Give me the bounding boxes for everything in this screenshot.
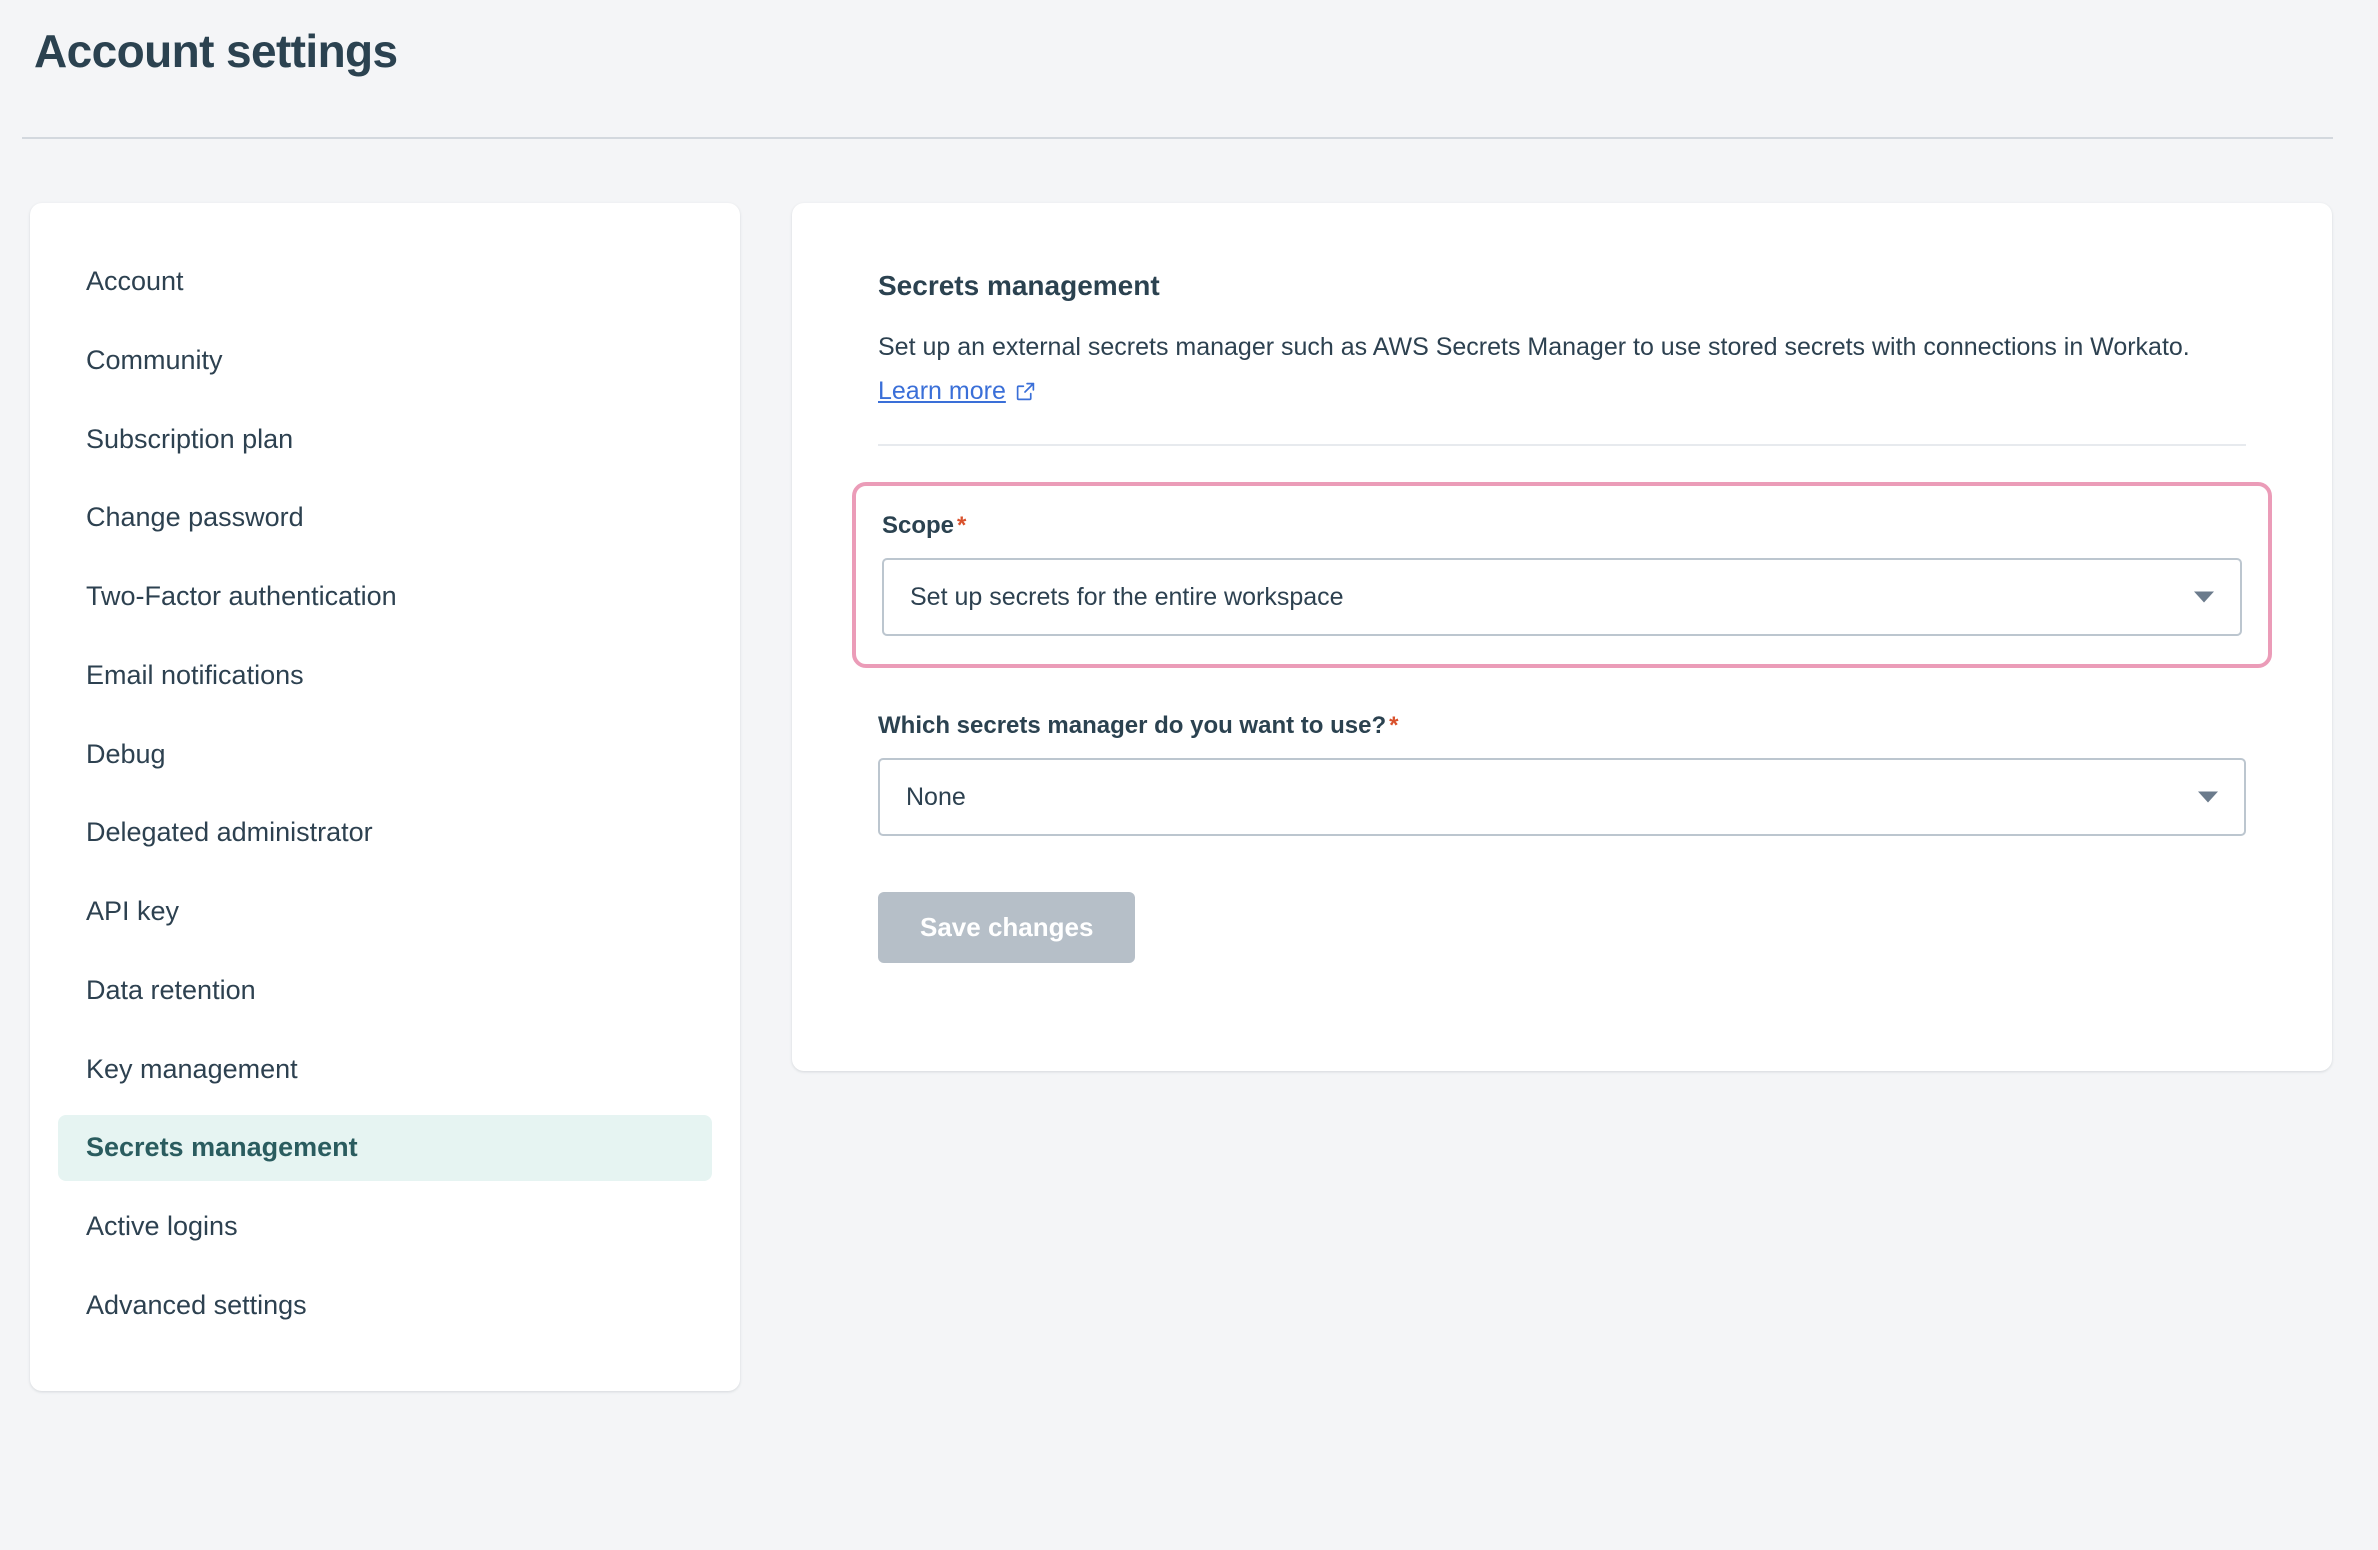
sidebar-item-key-management[interactable]: Key management: [58, 1037, 712, 1103]
secrets-manager-field-label: Which secrets manager do you want to use…: [878, 712, 2246, 741]
chevron-down-icon: [2194, 591, 2214, 603]
settings-nav-list: Account Community Subscription plan Change …: [58, 249, 712, 1339]
settings-sidebar-card: Account Community Subscription plan Change …: [30, 203, 740, 1391]
learn-more-row: Learn more: [878, 377, 1036, 406]
scope-select-value: Set up secrets for the entire workspace: [910, 582, 1344, 611]
scope-label-text: Scope: [882, 512, 955, 540]
section-description: Set up an external secrets manager such …: [878, 332, 2190, 361]
scope-select[interactable]: Set up secrets for the entire workspace: [882, 557, 2242, 636]
sidebar-item-two-factor-authentication[interactable]: Two-Factor authentication: [58, 564, 712, 630]
scope-field-label: Scope *: [882, 512, 2242, 541]
sidebar-item-active-logins[interactable]: Active logins: [58, 1194, 712, 1260]
sidebar-item-change-password[interactable]: Change password: [58, 485, 712, 551]
page-title: Account settings: [34, 25, 398, 77]
sidebar-item-secrets-management[interactable]: Secrets management: [58, 1115, 712, 1182]
sidebar-item-subscription-plan[interactable]: Subscription plan: [58, 407, 712, 473]
secrets-manager-select-value: None: [906, 782, 966, 811]
page-layout: Account Community Subscription plan Change …: [0, 139, 2378, 1391]
section-title: Secrets management: [878, 270, 1160, 302]
secrets-management-card: Secrets management Set up an external se…: [792, 203, 2332, 1072]
sidebar-item-debug[interactable]: Debug: [58, 722, 712, 788]
scope-required-asterisk: *: [957, 512, 967, 540]
sidebar-item-email-notifications[interactable]: Email notifications: [58, 643, 712, 709]
sidebar-item-account[interactable]: Account: [58, 249, 712, 315]
learn-more-link[interactable]: Learn more: [878, 377, 1006, 406]
scope-field-highlight: Scope * Set up secrets for the entire wor…: [852, 482, 2272, 668]
external-link-icon[interactable]: [1015, 381, 1036, 402]
secrets-manager-field: Which secrets manager do you want to use…: [878, 712, 2246, 836]
save-changes-button[interactable]: Save changes: [878, 891, 1136, 963]
sidebar-item-community[interactable]: Community: [58, 328, 712, 394]
secrets-manager-required-asterisk: *: [1389, 711, 1399, 739]
page-header: Account settings: [0, 0, 2378, 79]
sidebar-item-api-key[interactable]: API key: [58, 879, 712, 945]
sidebar-item-advanced-settings[interactable]: Advanced settings: [58, 1273, 712, 1339]
chevron-down-icon: [2198, 791, 2218, 803]
secrets-manager-label-text: Which secrets manager do you want to use…: [878, 711, 1387, 739]
section-divider: [878, 444, 2246, 447]
sidebar-item-data-retention[interactable]: Data retention: [58, 958, 712, 1024]
sidebar-item-delegated-administrator[interactable]: Delegated administrator: [58, 800, 712, 866]
secrets-manager-select[interactable]: None: [878, 757, 2246, 836]
